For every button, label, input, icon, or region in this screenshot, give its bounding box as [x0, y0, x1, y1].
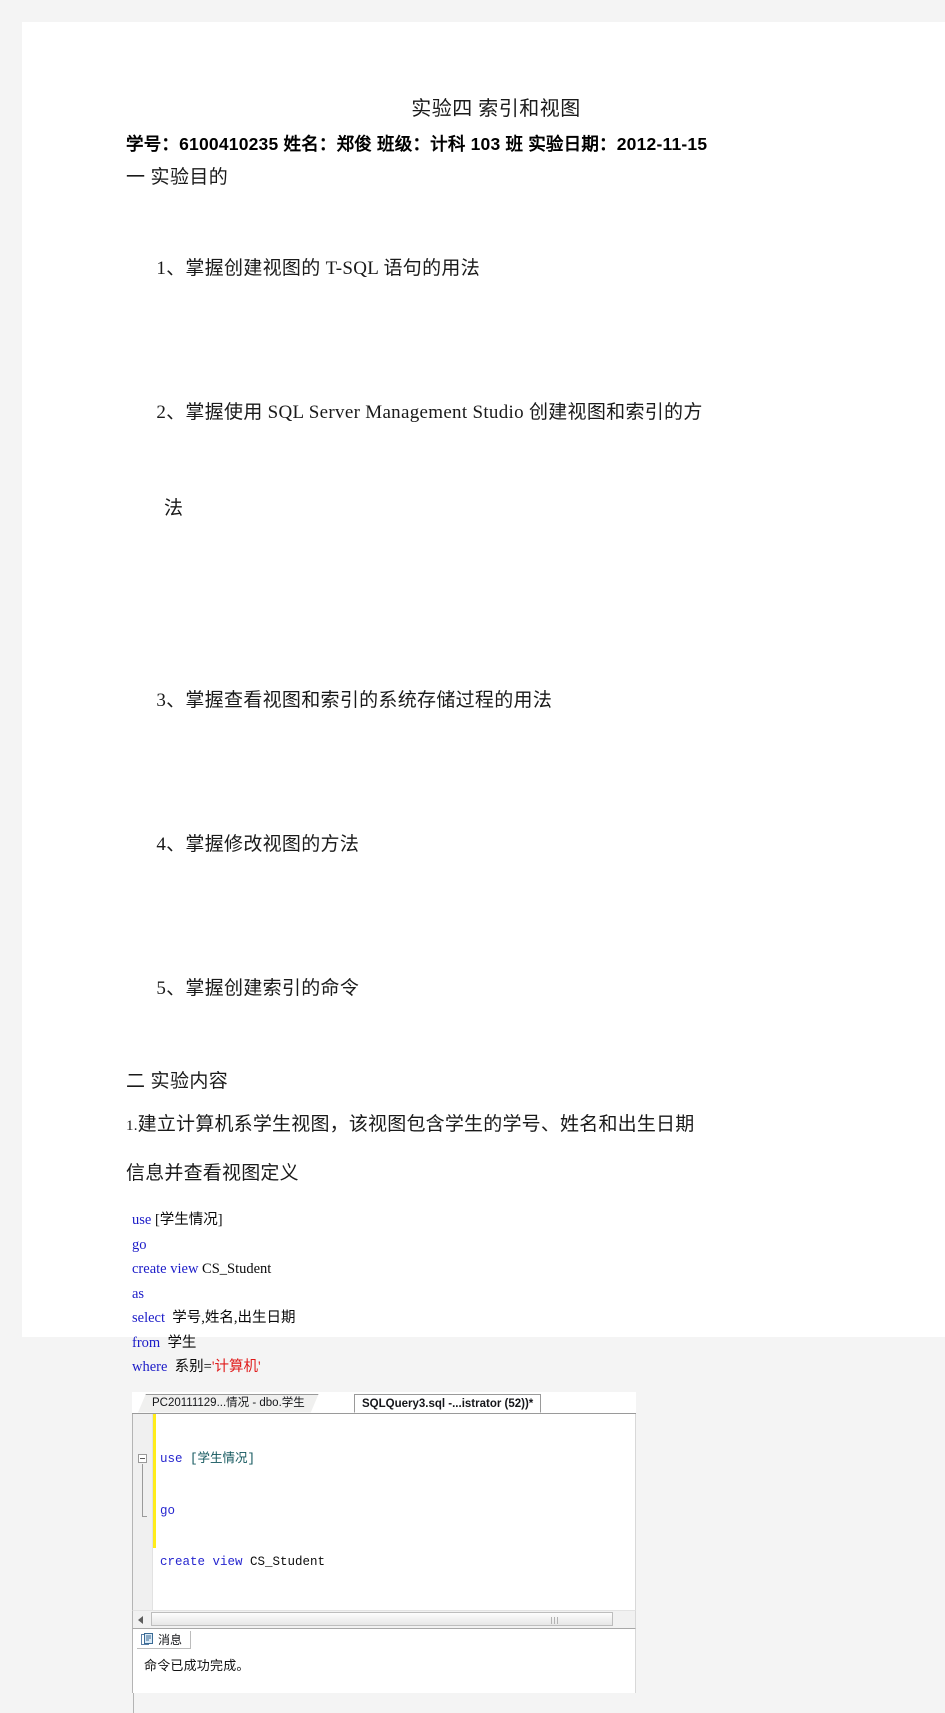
- results-pane: 消息 命令已成功完成。: [132, 1627, 636, 1713]
- document-body: 实验四 索引和视图 学号：6100410235 姓名：郑俊 班级：计科 103 …: [126, 94, 866, 1713]
- tab-sqlquery3[interactable]: SQLQuery3.sql -...istrator (52))*: [354, 1393, 542, 1413]
- sql-snippet-line: use [学生情况]: [132, 1208, 866, 1233]
- objective-number: 4、: [156, 834, 186, 855]
- ssms-screenshot: PC20111129...情况 - dbo.学生 SQLQuery3.sql -…: [132, 1391, 636, 1713]
- code-line: create view CS_Student: [160, 1554, 328, 1571]
- messages-icon: [141, 1632, 153, 1646]
- editor-tabstrip: PC20111129...情况 - dbo.学生 SQLQuery3.sql -…: [132, 1391, 636, 1414]
- code-line: go: [160, 1503, 328, 1520]
- sql-identifier: 学号,姓名,出生日期: [168, 1310, 296, 1326]
- student-info-line: 学号：6100410235 姓名：郑俊 班级：计科 103 班 实验日期：201…: [126, 134, 708, 154]
- scrollbar-grip-icon: [551, 1616, 560, 1624]
- objective-number: 3、: [156, 690, 186, 711]
- sql-editor[interactable]: use [学生情况] go create view CS_Student as …: [132, 1413, 636, 1610]
- sql-identifier: [学生情况]: [154, 1212, 223, 1228]
- code-keyword: go: [160, 1503, 176, 1518]
- sql-keyword: go: [132, 1236, 147, 1253]
- objective-number: 5、: [156, 978, 186, 999]
- scroll-left-arrow-icon[interactable]: [133, 1610, 149, 1628]
- objective-item-1: 1、掌握创建视图的 T-SQL 语句的用法: [126, 197, 866, 341]
- sql-snippet-line: from 学生: [132, 1331, 866, 1356]
- editor-code: use [学生情况] go create view CS_Student as …: [160, 1417, 328, 1610]
- objective-number: 2、: [156, 402, 186, 423]
- sql-snippet-line: as: [132, 1282, 866, 1307]
- tab-messages-label: 消息: [158, 1632, 183, 1647]
- code-keyword: create view: [160, 1555, 251, 1570]
- objective-text: 掌握修改视图的方法: [185, 834, 360, 855]
- task-line-1: 建立计算机系学生视图，该视图包含学生的学号、姓名和出生日期: [137, 1114, 695, 1135]
- editor-horizontal-scrollbar[interactable]: [132, 1609, 636, 1628]
- sql-keyword: use: [132, 1212, 155, 1228]
- sql-snippet-line: go: [132, 1233, 866, 1258]
- sql-keyword: as: [132, 1285, 145, 1302]
- task-number: 1.: [126, 1118, 138, 1134]
- section-heading-objectives: 一 实验目的: [126, 167, 229, 188]
- collapse-icon[interactable]: [138, 1453, 147, 1463]
- objective-text: 掌握查看视图和索引的系统存储过程的用法: [185, 690, 553, 711]
- editor-gutter: [133, 1413, 153, 1610]
- tab-messages[interactable]: 消息: [137, 1630, 192, 1649]
- objective-item-5: 5、掌握创建索引的命令: [126, 917, 866, 1061]
- task-line-2: 信息并查看视图定义: [126, 1163, 299, 1184]
- objective-item-4: 4、掌握修改视图的方法: [126, 773, 866, 917]
- task-description: 1.建立计算机系学生视图，该视图包含学生的学号、姓名和出生日期 信息并查看视图定…: [126, 1101, 866, 1198]
- scrollbar-thumb[interactable]: [151, 1611, 613, 1626]
- sql-snippet-line: where 系别='计算机': [132, 1355, 866, 1380]
- code-identifier: CS_Student: [250, 1555, 326, 1570]
- sql-identifier: 系别=: [171, 1359, 212, 1375]
- page-title: 实验四 索引和视图: [411, 98, 581, 120]
- objective-text: 掌握创建视图的 T-SQL 语句的用法: [185, 258, 481, 279]
- code-bracketed-identifier: [学生情况]: [190, 1451, 256, 1466]
- document-page: 实验四 索引和视图 学号：6100410235 姓名：郑俊 班级：计科 103 …: [22, 22, 945, 1713]
- sql-keyword: select: [132, 1310, 169, 1326]
- code-keyword: use: [160, 1451, 191, 1466]
- fold-region-line: [142, 1463, 147, 1517]
- objective-text: 掌握创建索引的命令: [185, 978, 360, 999]
- sql-string-literal: '计算机': [211, 1359, 261, 1375]
- pane-edge: [133, 1692, 134, 1713]
- tab-table-designer[interactable]: PC20111129...情况 - dbo.学生: [138, 1394, 319, 1413]
- sql-snippet-line: select 学号,姓名,出生日期: [132, 1306, 866, 1331]
- sql-snippet: use [学生情况] go create view CS_Student as …: [132, 1208, 866, 1380]
- code-line: use [学生情况]: [160, 1451, 328, 1468]
- result-message: 命令已成功完成。: [144, 1657, 250, 1673]
- unsaved-change-bar: [153, 1413, 156, 1548]
- section-heading-contents: 二 实验内容: [126, 1071, 229, 1092]
- objective-text: 掌握使用 SQL Server Management Studio 创建视图和索…: [185, 402, 703, 423]
- objective-number: 1、: [156, 258, 186, 279]
- sql-identifier: CS_Student: [202, 1261, 272, 1277]
- objective-item-3: 3、掌握查看视图和索引的系统存储过程的用法: [126, 629, 866, 773]
- objective-text-continued: 法: [164, 498, 184, 519]
- sql-keyword: where: [132, 1359, 172, 1375]
- sql-snippet-line: create view CS_Student: [132, 1257, 866, 1282]
- sql-keyword: create view: [132, 1261, 203, 1277]
- objective-item-2: 2、掌握使用 SQL Server Management Studio 创建视图…: [126, 341, 866, 629]
